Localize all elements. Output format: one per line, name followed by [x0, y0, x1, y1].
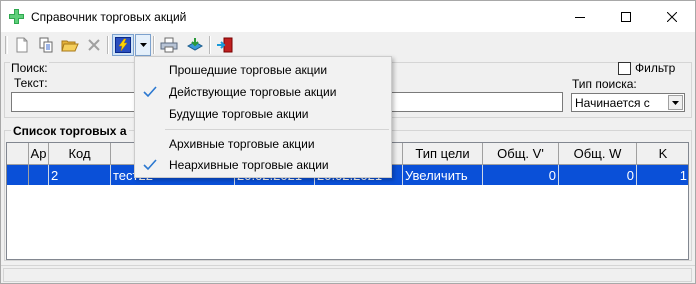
menu-item-past[interactable]: Прошедшие торговые акции [135, 59, 391, 81]
column-header-target-type[interactable]: Тип цели [403, 143, 483, 165]
toolbar-separator [107, 36, 109, 54]
copy-document-icon [39, 37, 53, 53]
minimize-icon [575, 16, 585, 18]
search-type-label: Тип поиска: [572, 77, 637, 91]
open-button[interactable] [59, 34, 81, 56]
toolbar [1, 32, 695, 58]
search-type-select[interactable]: Начинается с [571, 93, 685, 112]
row-indicator[interactable] [7, 165, 29, 185]
check-icon [143, 159, 157, 171]
menu-item-label: Неархивные торговые акции [169, 158, 329, 172]
filter-checkbox[interactable] [618, 62, 631, 75]
toolbar-separator [209, 36, 211, 54]
cell-total-v[interactable]: 0 [483, 165, 559, 185]
column-header-code[interactable]: Код [49, 143, 111, 165]
grid-header-indicator [7, 143, 29, 165]
column-header-total-w[interactable]: Общ. W [559, 143, 637, 165]
search-group-label: Поиск: [10, 61, 49, 75]
lightning-filter-icon [115, 37, 131, 53]
column-header-archive[interactable]: Ар [29, 143, 49, 165]
menu-item-label: Будущие торговые акции [169, 107, 309, 121]
status-bar [1, 265, 695, 283]
toolbar-separator [153, 36, 155, 54]
menu-item-active[interactable]: Действующие торговые акции [135, 81, 391, 103]
menu-separator [165, 129, 389, 130]
cell-k[interactable]: 1 [637, 165, 688, 185]
search-type-dropdown-button[interactable] [668, 95, 683, 110]
open-folder-icon [61, 40, 79, 52]
maximize-button[interactable] [603, 1, 649, 32]
menu-item-not-archived[interactable]: Неархивные торговые акции [135, 154, 391, 176]
filter-label[interactable]: Фильтр [635, 61, 675, 75]
menu-item-archived[interactable]: Архивные торговые акции [135, 133, 391, 155]
column-header-k[interactable]: K [637, 143, 688, 165]
export-icon [186, 38, 204, 51]
list-group-label: Список торговых а [11, 124, 129, 138]
maximize-icon [621, 11, 631, 22]
chevron-down-icon [139, 43, 147, 47]
copy-button[interactable] [35, 34, 57, 56]
cell-code[interactable]: 2 [49, 165, 111, 185]
cell-archive[interactable] [29, 165, 49, 185]
delete-icon [88, 39, 100, 51]
status-panel [3, 268, 692, 282]
close-button[interactable] [649, 1, 695, 32]
menu-item-future[interactable]: Будущие торговые акции [135, 103, 391, 125]
menu-item-label: Действующие торговые акции [169, 85, 337, 99]
filter-button[interactable] [112, 34, 134, 56]
new-document-icon [16, 37, 28, 53]
column-header-total-v[interactable]: Общ. V' [483, 143, 559, 165]
toolbar-grip[interactable] [5, 36, 8, 54]
print-button[interactable] [158, 34, 180, 56]
app-window: Справочник торговых акций Поиск: Текст: … [0, 0, 696, 284]
chevron-down-icon [672, 100, 679, 105]
menu-item-label: Прошедшие торговые акции [169, 63, 328, 77]
title-bar: Справочник торговых акций [1, 1, 695, 32]
print-icon [160, 37, 178, 53]
cell-target-type[interactable]: Увеличить [403, 165, 483, 185]
close-icon [667, 11, 677, 22]
menu-item-label: Архивные торговые акции [169, 137, 315, 151]
check-icon [143, 86, 157, 98]
exit-door-icon [217, 37, 233, 53]
search-type-value: Начинается с [575, 96, 650, 110]
minimize-button[interactable] [557, 1, 603, 32]
filter-dropdown-button[interactable] [135, 34, 151, 56]
exit-button[interactable] [214, 34, 236, 56]
text-label: Текст: [14, 76, 48, 90]
new-button[interactable] [11, 34, 33, 56]
export-button[interactable] [184, 34, 206, 56]
app-icon [9, 9, 24, 24]
window-title: Справочник торговых акций [31, 10, 187, 24]
cell-total-w[interactable]: 0 [559, 165, 637, 185]
filter-dropdown-menu: Прошедшие торговые акции Действующие тор… [134, 56, 392, 178]
delete-button[interactable] [83, 34, 105, 56]
